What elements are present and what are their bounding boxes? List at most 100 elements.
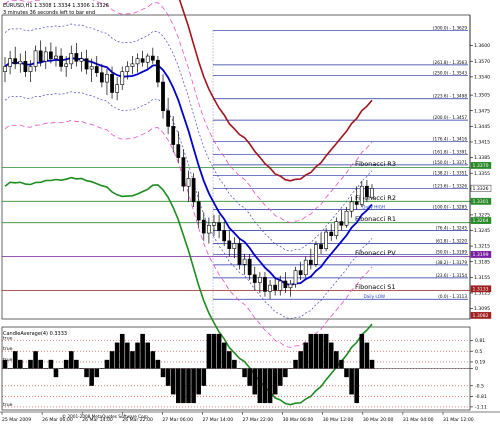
candle-body xyxy=(212,222,216,226)
candle-body xyxy=(288,283,293,289)
fib-level-label: (200.0) - 1.3457 xyxy=(433,115,467,120)
histogram-bar xyxy=(28,359,33,369)
histogram-bar xyxy=(369,359,375,369)
candle-body xyxy=(135,58,140,65)
candle-body xyxy=(298,270,303,276)
fib-level-label: (23.6) - 1.3154 xyxy=(436,273,468,278)
sub-tick-label: 0.5 xyxy=(475,349,482,355)
histogram-bar xyxy=(125,342,130,369)
price-badge-label: 1.3301 xyxy=(473,199,489,205)
sub-tick-label: -0.81 xyxy=(475,394,487,400)
candle-body xyxy=(94,66,99,74)
candle-body xyxy=(237,243,242,265)
candle-body xyxy=(252,274,257,283)
histogram-bar xyxy=(242,368,247,378)
fib-level-label: (50.0) - 1.3199 xyxy=(436,249,468,254)
candle-body xyxy=(329,231,334,236)
histogram-bar xyxy=(104,359,110,369)
band-lower-blue xyxy=(4,91,373,320)
histogram-bar xyxy=(33,351,38,369)
candle-body xyxy=(324,231,329,250)
histogram-bar xyxy=(165,368,171,386)
histogram-bar xyxy=(221,342,227,369)
sub-tick-label: -1.11 xyxy=(475,404,487,410)
histogram-bar xyxy=(328,342,334,369)
candle-body xyxy=(99,72,104,83)
sub-level-flag: true xyxy=(3,402,13,408)
candle-body xyxy=(150,55,155,61)
pivot-label: Fibonacci R3 xyxy=(355,160,396,168)
candle-body xyxy=(303,259,308,276)
fib-level-label: (61.8) - 1.3220 xyxy=(436,239,468,244)
histogram-bar xyxy=(2,359,8,369)
candle-body xyxy=(54,55,58,59)
candle-body xyxy=(217,222,221,231)
candle-body xyxy=(263,277,267,292)
time-tick-label: 30 Mar 12:00 xyxy=(323,417,354,423)
fib-level-label: (261.8) - 1.3563 xyxy=(433,60,467,65)
candle-body xyxy=(196,201,201,221)
price-tick-label: 1.3215 xyxy=(474,244,490,250)
histogram-bar xyxy=(359,333,365,369)
histogram-bar xyxy=(211,333,217,369)
candle-body xyxy=(283,280,288,289)
candle-body xyxy=(242,258,247,265)
time-tick-label: 31 Mar 04:00 xyxy=(403,417,434,423)
price-badge-label: 1.3264 xyxy=(473,218,489,224)
price-tick-label: 1.3155 xyxy=(474,275,490,281)
histogram-bar xyxy=(216,333,222,369)
histogram-bar xyxy=(84,368,89,378)
sub-level-flag: true xyxy=(3,346,13,352)
histogram-bar xyxy=(364,342,370,369)
price-tick-label: 1.3570 xyxy=(474,59,490,65)
price-tick-label: 1.3445 xyxy=(474,124,490,130)
histogram-bar xyxy=(298,351,303,369)
histogram-bar xyxy=(267,368,273,404)
price-badge-label: 1.3082 xyxy=(473,313,489,319)
price-tick-label: 1.3415 xyxy=(474,140,490,146)
candle-body xyxy=(201,219,206,234)
candle-body xyxy=(227,240,232,250)
candle-body xyxy=(191,178,196,203)
sub-tick-label: 0.19 xyxy=(475,360,485,366)
candle-body xyxy=(334,221,339,236)
time-tick-label: 31 Mar 12:00 xyxy=(443,417,474,423)
histogram-bar xyxy=(119,333,125,369)
histogram-bar xyxy=(48,359,54,369)
histogram-bar xyxy=(12,351,18,369)
price-tick-label: 1.3475 xyxy=(474,108,490,114)
candle-body xyxy=(140,58,145,63)
fib-level-label: (161.8) - 1.3391 xyxy=(433,149,467,154)
pivot-label: Fibonacci S1 xyxy=(355,283,396,291)
daily-level-label: Daily HIGH xyxy=(362,205,385,210)
histogram-bar xyxy=(272,368,278,395)
candle-body xyxy=(69,53,74,65)
fib-level-label: (300.0) - 1.3629 xyxy=(433,26,467,31)
sub-tick-label: -0.5 xyxy=(475,383,484,389)
fib-level-label: (150.0) - 1.3371 xyxy=(433,160,467,165)
price-tick-label: 1.3355 xyxy=(474,171,490,177)
candle-body xyxy=(23,60,28,72)
candle-body xyxy=(273,284,278,291)
fib-level-label: (176.4) - 1.3416 xyxy=(433,136,467,141)
symbol-header: EURUSD,H1 1.3308 1.3334 1.3306 1.3326 xyxy=(3,3,109,9)
candle-body xyxy=(339,221,344,226)
histogram-bar xyxy=(176,368,181,404)
sub-tick-label: 0.81 xyxy=(475,338,485,344)
histogram-bar xyxy=(109,351,115,369)
candle-body xyxy=(222,230,227,242)
histogram-bar xyxy=(170,368,176,395)
histogram-bar xyxy=(155,359,161,369)
candle-body xyxy=(232,243,237,250)
histogram-bar xyxy=(160,368,166,378)
daily-level-label: Daily LOW xyxy=(363,294,385,299)
candle-body xyxy=(186,178,191,187)
bar-timer-text: 3 minutes 36 seconds left to bar end xyxy=(3,10,95,16)
candle-body xyxy=(120,71,125,85)
histogram-bar xyxy=(354,368,360,404)
candle-body xyxy=(344,210,349,226)
histogram-bar xyxy=(313,333,319,369)
candle-body xyxy=(161,81,165,112)
histogram-bar xyxy=(277,368,283,386)
candle-body xyxy=(33,50,38,67)
